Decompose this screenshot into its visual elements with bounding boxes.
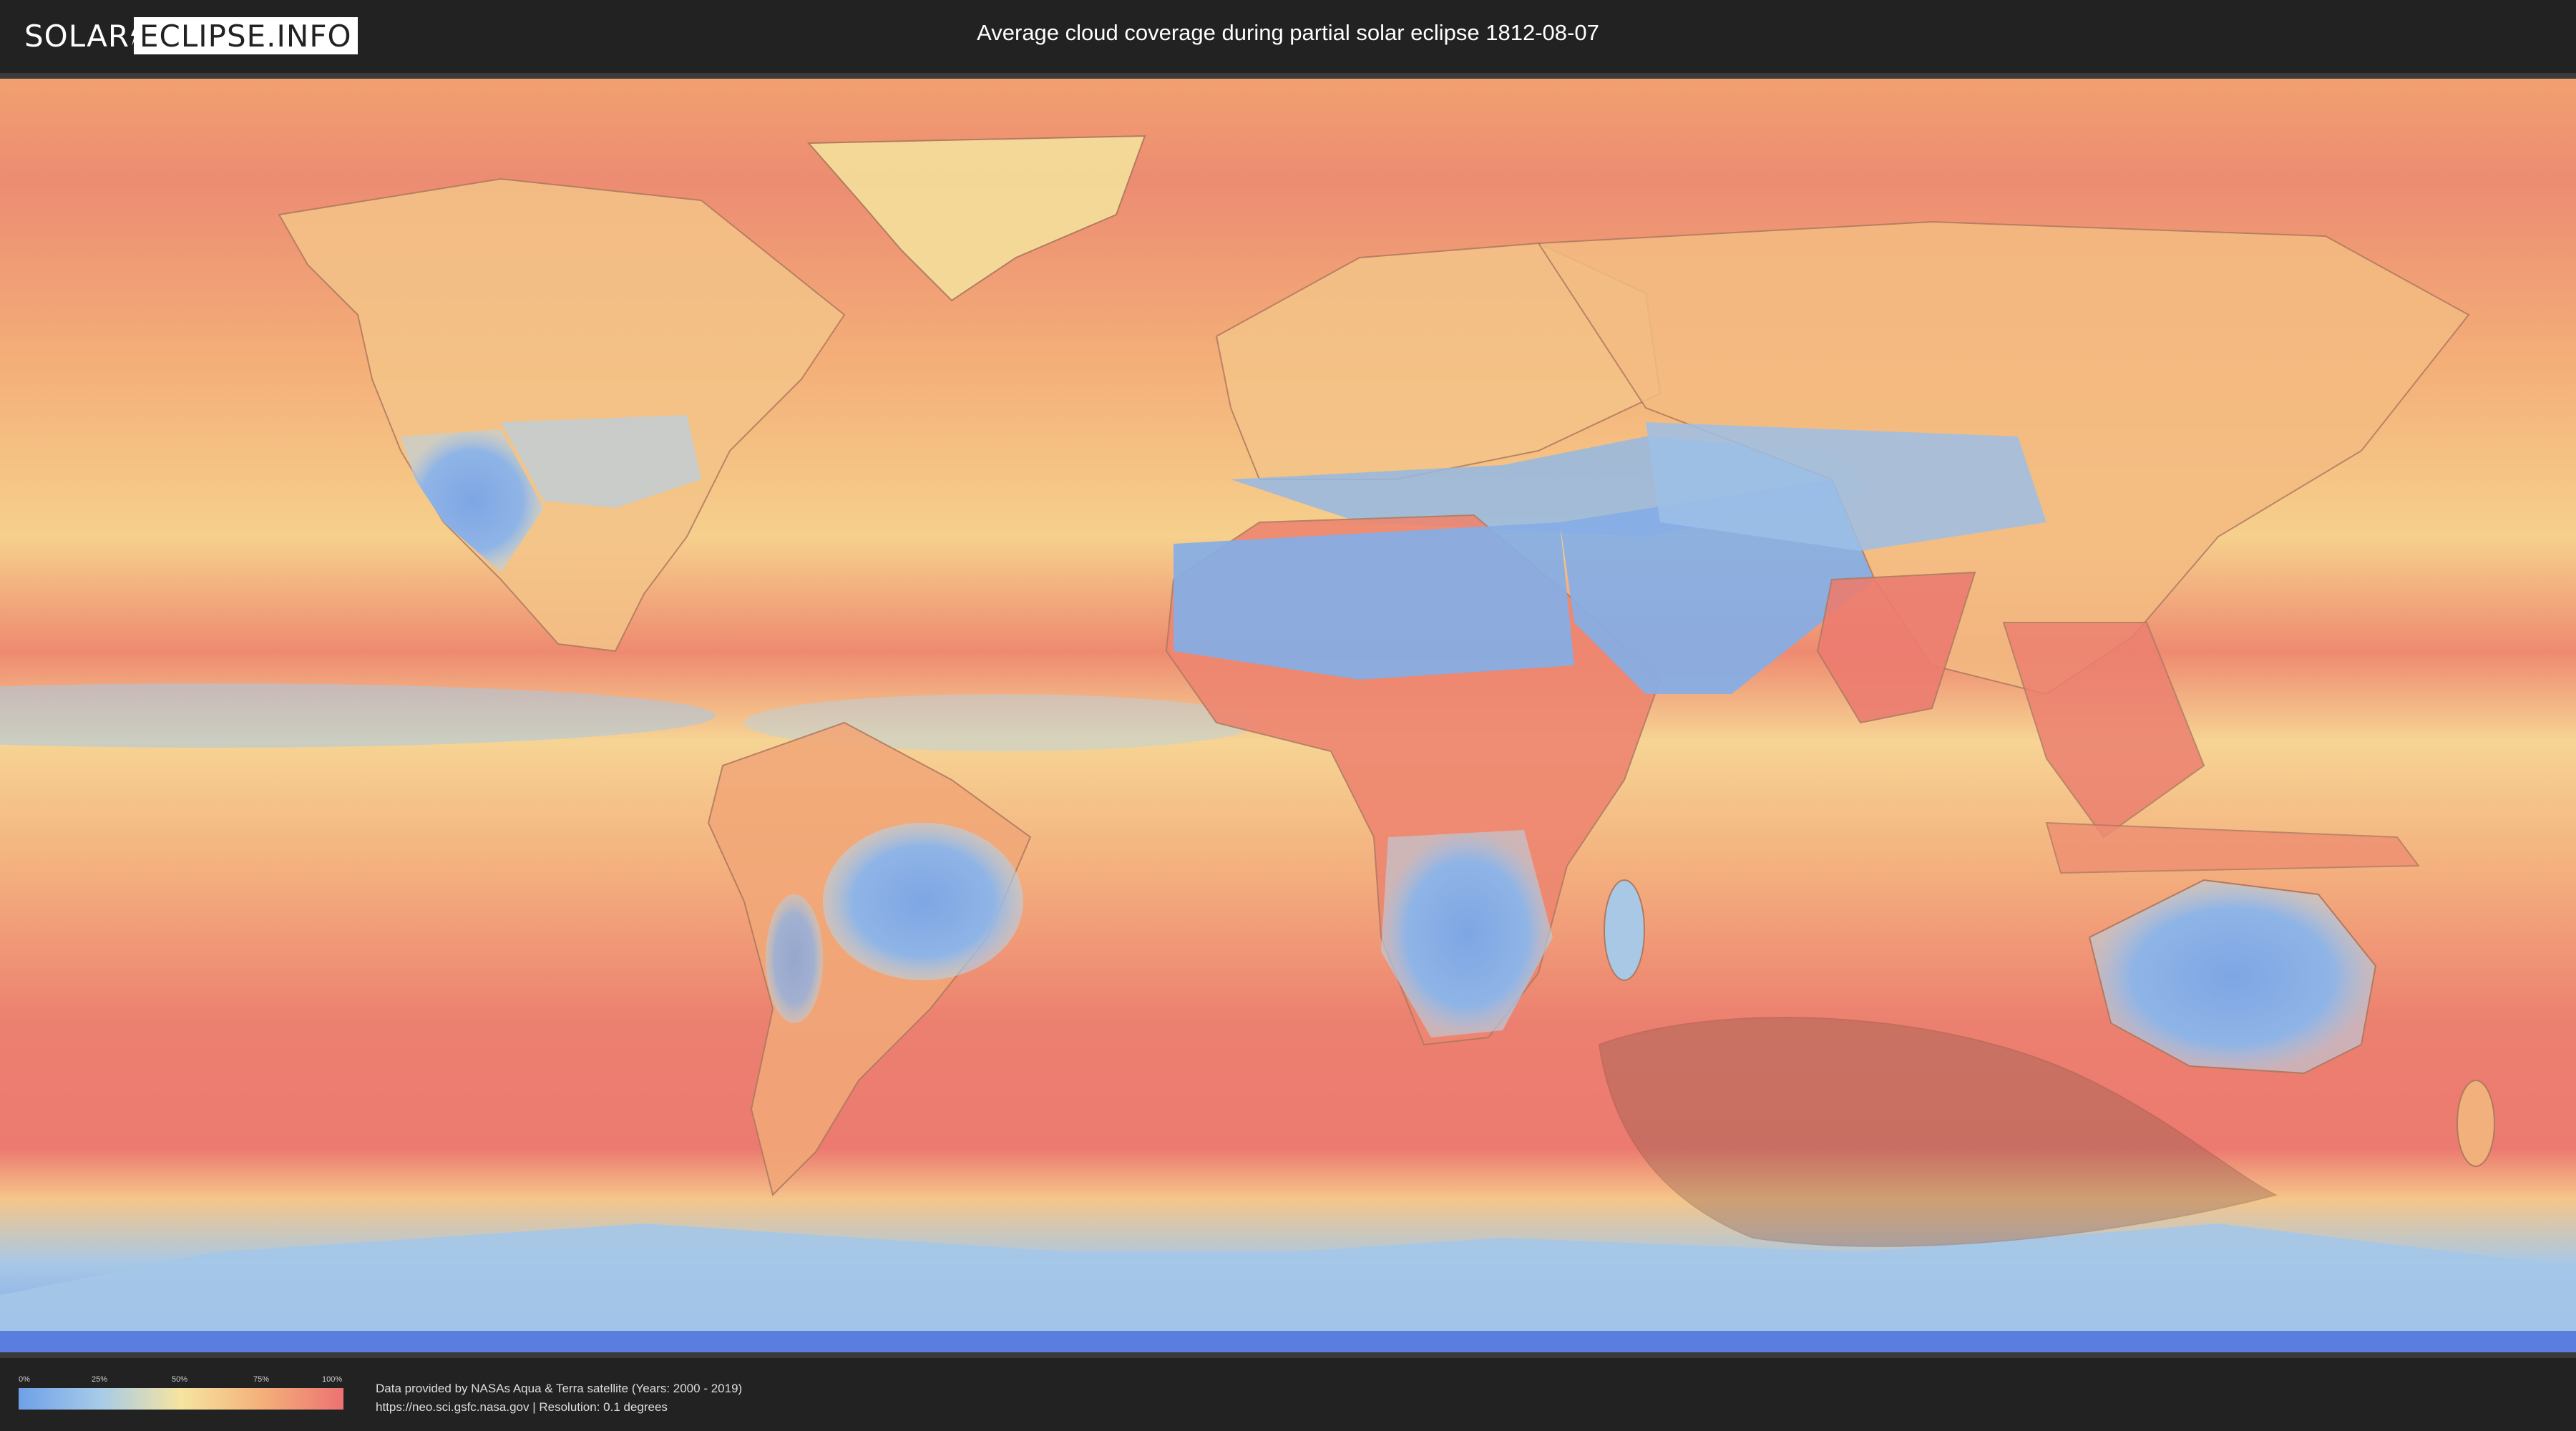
credit-line-1: Data provided by NASAs Aqua & Terra sate… [376, 1382, 743, 1395]
footer: 0% 25% 50% 75% 100% Data provided by NAS… [0, 1358, 2576, 1431]
antarctic-edge [0, 1331, 2576, 1352]
header: SOLAR ECLIPSE.INFO Average cloud coverag… [0, 0, 2576, 72]
data-credit: Data provided by NASAs Aqua & Terra sate… [376, 1379, 742, 1417]
cloud-coverage-map [0, 79, 2576, 1352]
credit-line-2[interactable]: https://neo.sci.gsfc.nasa.gov | Resoluti… [376, 1398, 742, 1417]
legend-tick-100: 100% [322, 1375, 343, 1384]
legend-tick-75: 75% [253, 1375, 270, 1384]
cloud-coverage-legend: 0% 25% 50% 75% 100% [19, 1375, 343, 1410]
page-title: Average cloud coverage during partial so… [977, 20, 1599, 45]
brazil-clear [823, 823, 1023, 980]
sahara-clear [1174, 522, 1574, 680]
legend-tick-0: 0% [19, 1375, 30, 1384]
map-frame [0, 73, 2576, 1358]
andes-clear [766, 894, 823, 1023]
legend-color-bar [19, 1388, 343, 1410]
legend-tick-25: 25% [92, 1375, 108, 1384]
legend-tick-50: 50% [172, 1375, 188, 1384]
new-zealand [2457, 1080, 2495, 1167]
madagascar [1604, 879, 1645, 981]
legend-ticks: 0% 25% 50% 75% 100% [19, 1375, 343, 1388]
